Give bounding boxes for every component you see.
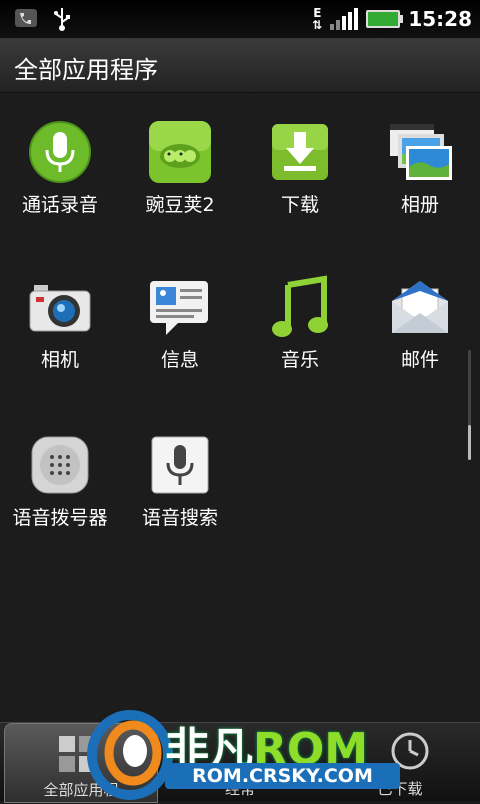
app-label: 豌豆荚2 (145, 194, 215, 216)
app-label: 相机 (40, 349, 79, 371)
messages-icon (148, 275, 212, 339)
page-title: 全部应用程序 (14, 56, 158, 84)
app-downloads[interactable]: 下载 (240, 110, 360, 250)
app-voice-search[interactable]: 语音搜索 (120, 423, 240, 563)
download-icon (268, 120, 332, 184)
network-type-indicator: E ⇅ (312, 7, 322, 31)
title-bar: 全部应用程序 (0, 38, 480, 93)
signal-strength-icon (330, 8, 359, 30)
voice-dialer-icon (28, 433, 92, 497)
phone-icon (14, 6, 38, 36)
camera-icon (28, 275, 92, 339)
watermark-logo-icon (85, 705, 175, 804)
app-label: 下载 (280, 194, 319, 216)
app-label: 通话录音 (21, 194, 98, 216)
app-label: 信息 (160, 349, 199, 371)
app-music[interactable]: 音乐 (240, 265, 360, 405)
app-label: 语音拨号器 (12, 507, 108, 529)
app-call-recorder[interactable]: 通话录音 (0, 110, 120, 250)
voice-search-icon (148, 433, 212, 497)
app-camera[interactable]: 相机 (0, 265, 120, 405)
app-wandoujia[interactable]: 豌豆荚2 (120, 110, 240, 250)
app-label: 相册 (400, 194, 439, 216)
app-messages[interactable]: 信息 (120, 265, 240, 405)
wandoujia-icon (148, 120, 212, 184)
mail-icon (388, 275, 452, 339)
status-time: 15:28 (408, 7, 472, 31)
app-label: 邮件 (400, 349, 439, 371)
app-gallery[interactable]: 相册 (360, 110, 480, 250)
watermark: 非凡ROM ROM.CRSKY.COM (85, 705, 405, 800)
music-icon (268, 275, 332, 339)
app-voice-dialer[interactable]: 语音拨号器 (0, 423, 120, 563)
app-label: 语音搜索 (141, 507, 218, 529)
status-bar: E ⇅ 15:28 (0, 0, 480, 38)
app-mail[interactable]: 邮件 (360, 265, 480, 405)
gallery-icon (388, 120, 452, 184)
app-label: 音乐 (280, 349, 319, 371)
data-arrows-icon: ⇅ (312, 18, 323, 32)
call-recorder-icon (28, 120, 92, 184)
watermark-url: ROM.CRSKY.COM (165, 763, 400, 789)
battery-icon (366, 10, 404, 28)
usb-icon (52, 6, 72, 36)
scrollbar-thumb[interactable] (468, 425, 471, 460)
